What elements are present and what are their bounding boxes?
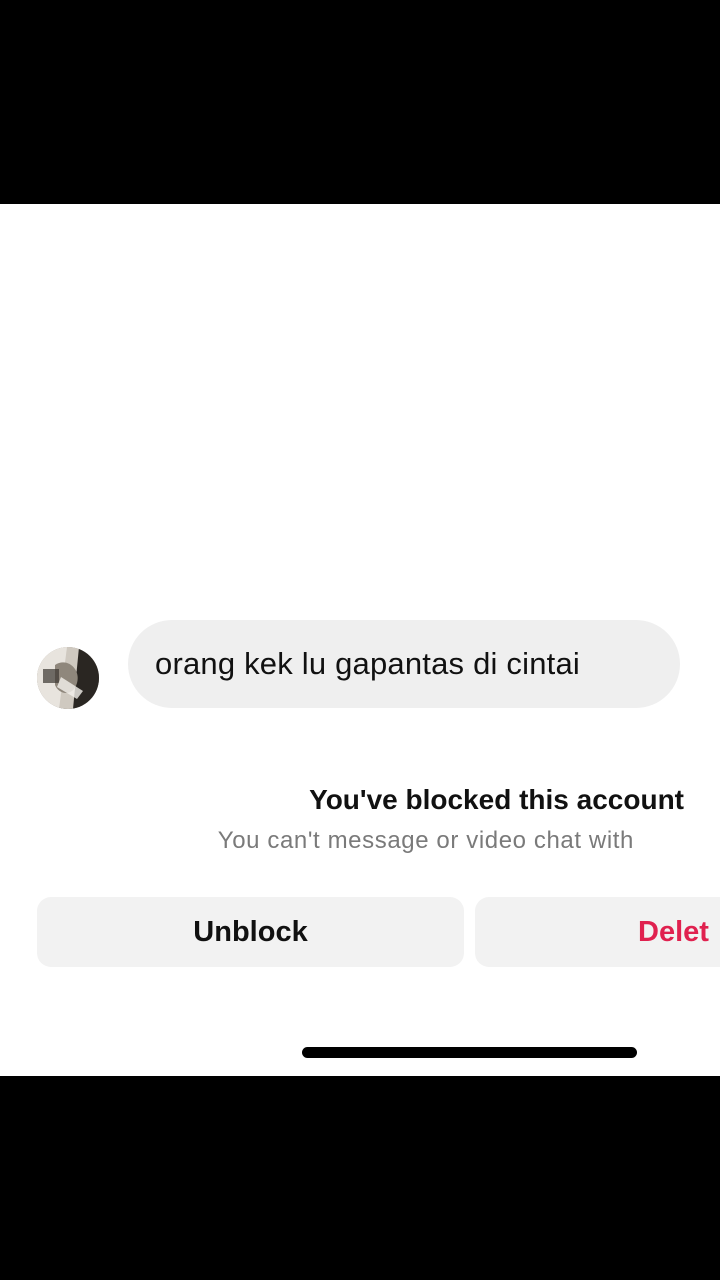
home-indicator — [302, 1047, 637, 1058]
chat-screen: orang kek lu gapantas di cintai You've b… — [0, 204, 720, 1076]
letterbox-bottom — [0, 1076, 720, 1280]
message-bubble[interactable]: orang kek lu gapantas di cintai — [128, 620, 680, 708]
blocked-title: You've blocked this account — [309, 784, 684, 815]
avatar[interactable] — [37, 647, 99, 709]
letterbox-top — [0, 0, 720, 204]
blocked-subtitle: You can't message or video chat with — [217, 827, 634, 854]
delete-label: Delet — [638, 915, 709, 948]
message-text: orang kek lu gapantas di cintai — [155, 646, 580, 681]
unblock-button[interactable]: Unblock — [37, 897, 464, 967]
profile-photo-icon — [37, 647, 99, 709]
delete-button[interactable]: Delet — [475, 897, 720, 967]
unblock-label: Unblock — [193, 915, 308, 948]
